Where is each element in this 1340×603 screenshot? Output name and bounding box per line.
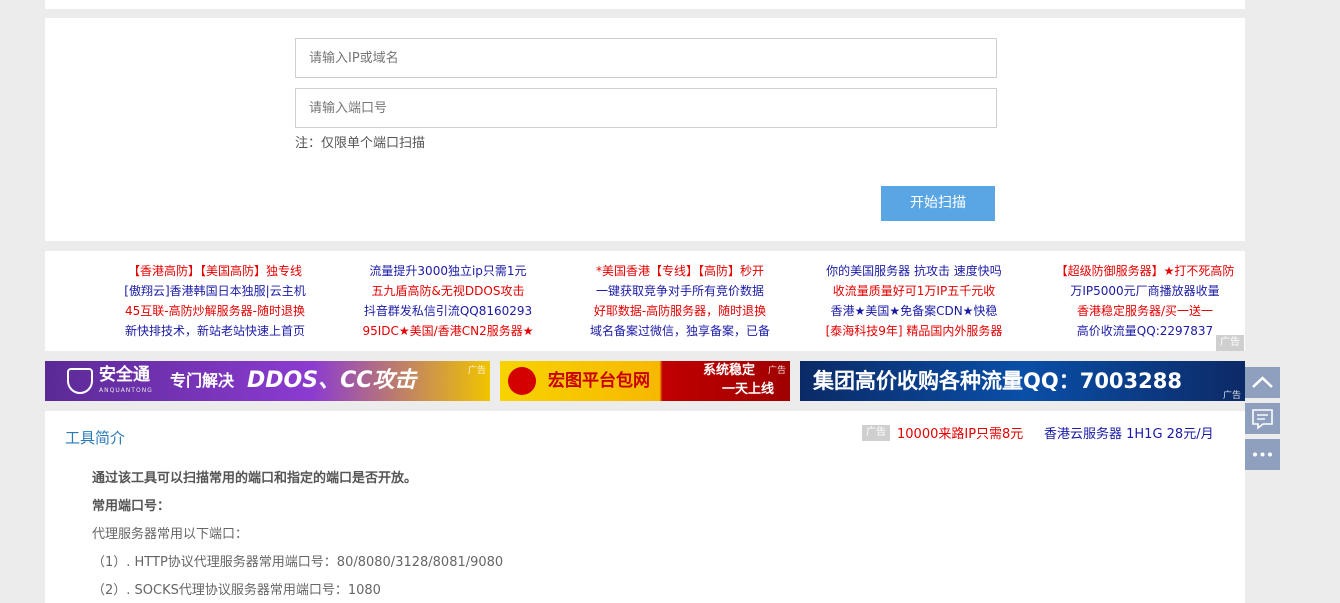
- top-panel-strip: [45, 0, 1245, 9]
- intro-line: 通过该工具可以扫描常用的端口和指定的端口是否开放。: [92, 471, 418, 486]
- tool-intro-panel: 工具简介 广告 10000来路IP只需8元 香港云服务器 1H1G 28元/月 …: [45, 411, 1245, 603]
- scan-form-panel: 注：仅限单个端口扫描 开始扫描: [45, 18, 1245, 241]
- more-button[interactable]: [1245, 439, 1280, 470]
- ad-link[interactable]: 10000来路IP只需8元: [897, 423, 1023, 442]
- ad-link[interactable]: 流量提升3000独立ip只需1元: [333, 261, 563, 281]
- ad-column: 流量提升3000独立ip只需1元 五九盾高防&无视DDOS攻击 抖音群发私信引流…: [333, 261, 563, 341]
- ad-tag: 广告: [1222, 391, 1241, 401]
- banner-line-2: 一天上线: [722, 382, 775, 397]
- banner-brand: 安全通: [99, 365, 150, 385]
- ad-link[interactable]: 万IP5000元厂商播放器收量: [1030, 281, 1260, 301]
- banner-brand: 宏图平台包网: [548, 371, 650, 391]
- ad-link[interactable]: 香港★美国★免备案CDN★快稳: [799, 301, 1029, 321]
- ad-banner-anquantong[interactable]: 安全通 ANQUANTONG 专门解决 DDOS、CC攻击 广告: [45, 361, 490, 401]
- banner-brand-sub: ANQUANTONG: [99, 387, 153, 394]
- ad-link[interactable]: [傲翔云]香港韩国日本独服|云主机: [100, 281, 330, 301]
- chat-icon: [1252, 409, 1273, 430]
- chevron-up-icon: [1252, 376, 1273, 388]
- banner-slogan: 专门解决: [170, 371, 235, 390]
- ad-link[interactable]: 域名备案过微信，独享备案，已备: [565, 321, 795, 341]
- ad-link[interactable]: 收流量质量好可1万IP五千元收: [799, 281, 1029, 301]
- ad-column: 【超级防御服务器】★打不死高防 万IP5000元厂商播放器收量 香港稳定服务器/…: [1030, 261, 1260, 341]
- ad-link[interactable]: *美国香港【专线】【高防】秒开: [565, 261, 795, 281]
- ad-link[interactable]: 【香港高防】【美国高防】独专线: [100, 261, 330, 281]
- more-icon: [1253, 452, 1272, 457]
- intro-line: 常用端口号：: [92, 499, 171, 514]
- ad-link[interactable]: 【超级防御服务器】★打不死高防: [1030, 261, 1260, 281]
- ad-link[interactable]: 新快排技术，新站老站快速上首页: [100, 321, 330, 341]
- port-input[interactable]: [295, 88, 997, 128]
- ad-link[interactable]: 香港云服务器 1H1G 28元/月: [1044, 423, 1214, 442]
- scan-note: 注：仅限单个端口扫描: [295, 136, 426, 151]
- ad-banner-hongtu[interactable]: 宏图平台包网 系统稳定 一天上线 广告: [500, 361, 790, 401]
- intro-line: （1）. HTTP协议代理服务器常用端口号：80/8080/3128/8081/…: [92, 555, 504, 570]
- text-ads-panel: 【香港高防】【美国高防】独专线 [傲翔云]香港韩国日本独服|云主机 45互联-高…: [45, 251, 1245, 351]
- ad-column: 你的美国服务器 抗攻击 速度快吗 收流量质量好可1万IP五千元收 香港★美国★免…: [799, 261, 1029, 341]
- intro-line: （2）. SOCKS代理协议服务器常用端口号：1080: [92, 583, 381, 598]
- ad-tag: 广告: [767, 366, 786, 376]
- ad-link[interactable]: 五九盾高防&无视DDOS攻击: [333, 281, 563, 301]
- ad-link[interactable]: 你的美国服务器 抗攻击 速度快吗: [799, 261, 1029, 281]
- ad-link[interactable]: 好耶数据-高防服务器，随时退换: [565, 301, 795, 321]
- start-scan-button[interactable]: 开始扫描: [881, 186, 995, 221]
- intro-line: 代理服务器常用以下端口：: [92, 527, 249, 542]
- banner-text: 集团高价收购各种流量QQ：7003288: [813, 369, 1182, 393]
- brand-logo-icon: [508, 367, 536, 395]
- banner-highlight: DDOS、CC攻击: [247, 368, 417, 393]
- ad-tag: 广告: [467, 366, 486, 376]
- feedback-button[interactable]: [1245, 403, 1280, 434]
- ad-tag: 广告: [1216, 335, 1244, 351]
- ip-domain-input[interactable]: [295, 38, 997, 78]
- ad-link[interactable]: 香港稳定服务器/买一送一: [1030, 301, 1260, 321]
- section-title: 工具简介: [65, 429, 126, 447]
- ad-link[interactable]: 抖音群发私信引流QQ8160293: [333, 301, 563, 321]
- ad-banner-traffic[interactable]: 集团高价收购各种流量QQ：7003288 广告: [800, 361, 1245, 401]
- back-to-top-button[interactable]: [1245, 367, 1280, 398]
- ad-link[interactable]: 45互联-高防炒解服务器-随时退换: [100, 301, 330, 321]
- ad-link[interactable]: 一键获取竞争对手所有竞价数据: [565, 281, 795, 301]
- ad-tag: 广告: [862, 425, 890, 441]
- ad-column: 【香港高防】【美国高防】独专线 [傲翔云]香港韩国日本独服|云主机 45互联-高…: [100, 261, 330, 341]
- ad-link[interactable]: [泰海科技9年] 精品国内外服务器: [799, 321, 1029, 341]
- ad-link[interactable]: 95IDC★美国/香港CN2服务器★: [333, 321, 563, 341]
- shield-logo-icon: [67, 368, 93, 394]
- ad-column: *美国香港【专线】【高防】秒开 一键获取竞争对手所有竞价数据 好耶数据-高防服务…: [565, 261, 795, 341]
